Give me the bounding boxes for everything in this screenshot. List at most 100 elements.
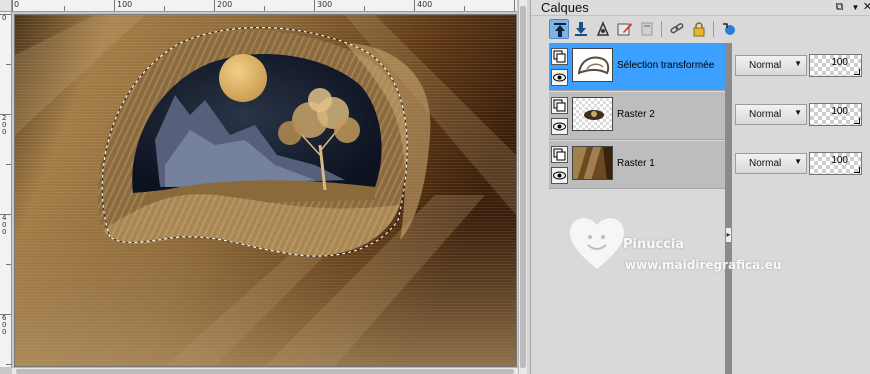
layers-panel: Calques ⧉ ▼ ✕ Sélection transformée Rast… xyxy=(530,0,870,374)
layer-row-selection-transformed[interactable]: Sélection transformée xyxy=(549,43,725,91)
ruler-tick xyxy=(314,0,315,11)
ruler-label: 0 xyxy=(2,14,7,22)
lock-icon xyxy=(693,22,705,37)
blend-mode-value: Normal xyxy=(749,109,782,120)
ruler-tick xyxy=(164,6,165,11)
restore-icon[interactable]: ⧉ xyxy=(833,1,846,14)
watermark-url: www.maidiregrafica.eu xyxy=(625,258,782,272)
ruler-tick xyxy=(464,6,465,11)
blend-mode-value: Normal xyxy=(749,158,782,169)
visibility-eye-icon[interactable] xyxy=(551,167,568,184)
blend-mode-select[interactable]: Normal ▼ xyxy=(735,153,807,174)
layers-toolbar xyxy=(543,19,863,41)
opacity-value: 100 xyxy=(831,106,848,117)
lock-layer-button[interactable] xyxy=(689,19,709,39)
layer-name[interactable]: Sélection transformée xyxy=(617,60,714,71)
ruler-tick xyxy=(414,0,415,11)
ruler-tick xyxy=(364,6,365,11)
artwork xyxy=(15,15,516,366)
delete-layer-icon xyxy=(641,22,653,36)
opacity-value: 100 xyxy=(831,155,848,166)
layer-thumbnail xyxy=(572,146,613,180)
edit-icon xyxy=(617,23,632,36)
ruler-label: 200 xyxy=(217,0,233,9)
ruler-label: 400 xyxy=(417,0,433,9)
resize-corner-icon xyxy=(854,167,860,173)
layer-group-icon[interactable] xyxy=(551,146,568,163)
panel-title: Calques xyxy=(541,0,589,15)
watermark-name: Pinuccia xyxy=(623,237,685,252)
ruler-tick xyxy=(114,0,115,11)
visibility-eye-icon[interactable] xyxy=(551,69,568,86)
layer-props-row: Normal ▼ 100 xyxy=(732,141,870,189)
close-icon[interactable]: ✕ xyxy=(861,1,870,14)
layer-name[interactable]: Raster 2 xyxy=(617,109,655,120)
ruler-label: 0 xyxy=(14,0,20,9)
ruler-tick xyxy=(6,164,11,165)
ruler-tick xyxy=(12,0,13,11)
resize-corner-icon xyxy=(854,118,860,124)
ruler-label: 200 xyxy=(2,114,7,136)
opacity-value: 100 xyxy=(831,57,848,68)
ruler-tick xyxy=(0,114,11,115)
move-layer-down-icon xyxy=(575,22,587,36)
ruler-tick xyxy=(264,6,265,11)
layers-list: Sélection transformée Raster 2 Raster 1 xyxy=(549,43,725,189)
ruler-tick xyxy=(214,0,215,11)
ruler-tick xyxy=(6,364,11,365)
layer-thumbnail xyxy=(572,48,613,82)
ruler-label: 600 xyxy=(2,314,7,336)
panel-header: Calques ⧉ ▼ ✕ xyxy=(531,0,870,16)
move-layer-up-icon xyxy=(554,23,566,37)
blend-mode-value: Normal xyxy=(749,60,782,71)
watermark: Pinuccia www.maidiregrafica.eu xyxy=(567,211,797,291)
refresh-button[interactable] xyxy=(719,19,739,39)
properties-icon xyxy=(596,21,610,36)
heart-logo-icon xyxy=(570,218,624,269)
canvas-area: 0 100 200 300 400 0 200 400 600 xyxy=(0,0,527,374)
visibility-eye-icon[interactable] xyxy=(551,118,568,135)
link-layer-button[interactable] xyxy=(667,19,687,39)
layer-group-icon[interactable] xyxy=(551,97,568,114)
layer-name[interactable]: Raster 1 xyxy=(617,158,655,169)
ruler-top: 0 100 200 300 400 xyxy=(12,0,517,12)
ruler-tick xyxy=(0,14,11,15)
delete-layer-button[interactable] xyxy=(637,19,657,39)
layer-group-icon[interactable] xyxy=(551,48,568,65)
chevron-down-icon: ▼ xyxy=(794,108,802,117)
ruler-label: 100 xyxy=(117,0,133,9)
ruler-tick xyxy=(6,64,11,65)
ruler-tick xyxy=(64,6,65,11)
layer-properties-button[interactable] xyxy=(593,19,613,39)
toolbar-divider xyxy=(713,21,714,37)
opacity-field[interactable]: 100 xyxy=(809,152,862,175)
horizontal-scrollbar[interactable] xyxy=(12,367,518,374)
ruler-tick xyxy=(0,314,11,315)
layer-row-raster-1[interactable]: Raster 1 xyxy=(549,141,725,189)
resize-corner-icon xyxy=(854,69,860,75)
ruler-tick xyxy=(0,214,11,215)
horizontal-scroll-thumb[interactable] xyxy=(16,369,514,374)
image-canvas[interactable] xyxy=(14,14,517,367)
layer-icons xyxy=(550,144,570,186)
vertical-scrollbar[interactable] xyxy=(518,0,527,374)
panel-splitter[interactable]: ▸ xyxy=(725,43,732,374)
blend-mode-select[interactable]: Normal ▼ xyxy=(735,55,807,76)
layer-icons xyxy=(550,46,570,88)
ruler-corner xyxy=(0,0,12,12)
link-icon xyxy=(670,23,684,34)
move-layer-up-button[interactable] xyxy=(549,19,569,39)
layer-props-row: Normal ▼ 100 xyxy=(732,43,870,91)
layer-props-row: Normal ▼ 100 xyxy=(732,92,870,140)
layer-icons xyxy=(550,95,570,137)
chevron-down-icon: ▼ xyxy=(794,59,802,68)
edit-layer-button[interactable] xyxy=(615,19,635,39)
opacity-field[interactable]: 100 xyxy=(809,103,862,126)
layer-thumbnail xyxy=(572,97,613,131)
vertical-scroll-thumb[interactable] xyxy=(520,6,526,368)
move-layer-down-button[interactable] xyxy=(571,19,591,39)
opacity-field[interactable]: 100 xyxy=(809,54,862,77)
blend-mode-select[interactable]: Normal ▼ xyxy=(735,104,807,125)
layer-row-raster-2[interactable]: Raster 2 xyxy=(549,92,725,140)
layer-properties: Normal ▼ 100 Normal ▼ 100 Normal ▼ 100 xyxy=(732,43,870,189)
